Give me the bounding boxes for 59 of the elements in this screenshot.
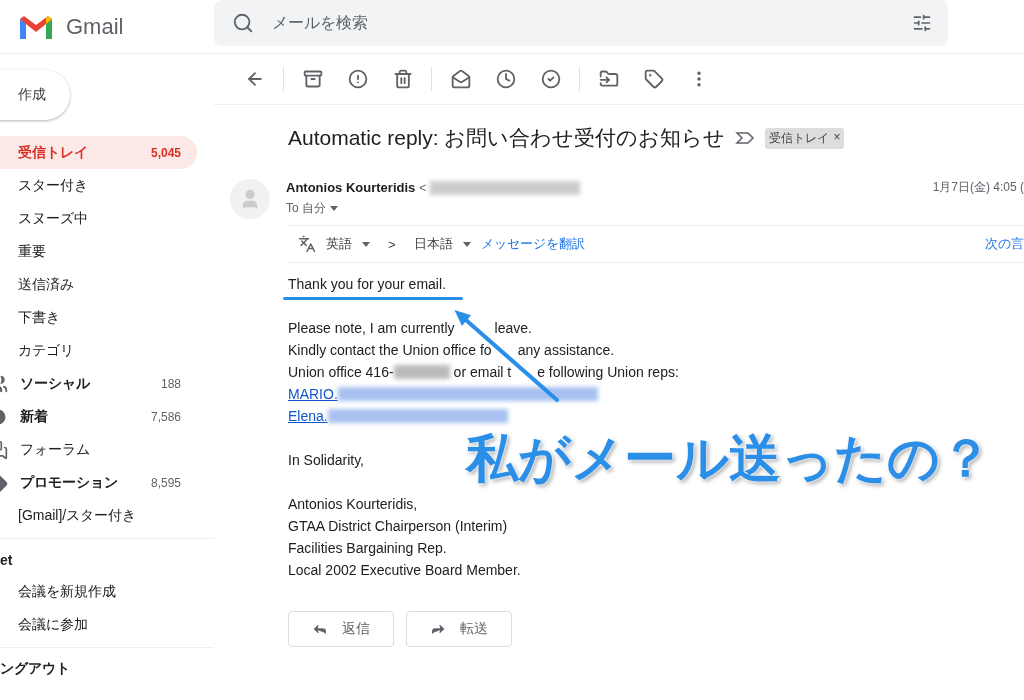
- section-title: et: [0, 551, 14, 570]
- sidebar-item[interactable]: 下書き: [0, 301, 197, 334]
- sidebar-item[interactable]: 新着 7,586: [0, 400, 197, 433]
- section-title: ングアウト: [0, 659, 71, 678]
- body-text: Union office 416-: [288, 364, 394, 380]
- forward-button[interactable]: 転送: [406, 611, 512, 647]
- sidebar-item[interactable]: 受信トレイ 5,045: [0, 136, 197, 169]
- sidebar-item[interactable]: 重要: [0, 235, 197, 268]
- target-language-dropdown[interactable]: 日本語: [413, 235, 453, 253]
- reply-button[interactable]: 返信: [288, 611, 394, 647]
- body-text: Antonios Kourteridis,: [288, 496, 418, 512]
- sidebar-item[interactable]: プロモーション 8,595: [0, 466, 197, 499]
- filter-icon[interactable]: [912, 12, 932, 33]
- compose-button[interactable]: 作成: [0, 70, 70, 120]
- app-name: Gmail: [66, 13, 124, 40]
- redacted-phone: [393, 365, 450, 379]
- sidebar-item[interactable]: フォーラム: [0, 433, 197, 466]
- sidebar-item[interactable]: スヌーズ中: [0, 202, 197, 235]
- search-field[interactable]: メールを検索: [214, 0, 948, 46]
- body-text: Please note, I am currently: [288, 320, 455, 336]
- caret-down-icon: [362, 241, 370, 247]
- callout-text: 私がメール送ったの？: [466, 428, 992, 489]
- body-text: any assistance.: [517, 342, 615, 358]
- label-chip: 受信トレイ ×: [765, 127, 845, 149]
- body-text: or email t: [453, 364, 512, 380]
- email-link[interactable]: Elena.: [288, 408, 328, 424]
- bracket: <: [419, 180, 427, 195]
- caret-down-icon: [462, 241, 471, 247]
- sidebar-item[interactable]: ソーシャル 188: [0, 367, 197, 400]
- email-subject: Automatic reply: お問い合わせ受付のお知らせ: [288, 125, 726, 151]
- body-text: e following Union reps:: [537, 364, 679, 380]
- search-icon: [232, 11, 254, 34]
- translate-link[interactable]: メッセージを翻訳: [480, 235, 585, 253]
- sidebar-item[interactable]: 会議に参加: [0, 608, 197, 641]
- body-text: Facilities Bargaining Rep.: [288, 540, 447, 556]
- sidebar-item[interactable]: カテゴリ: [0, 334, 197, 367]
- source-language-dropdown[interactable]: 英語: [326, 235, 352, 253]
- body-text: Thank you for your email.: [288, 276, 446, 292]
- email-link[interactable]: MARIO.: [288, 386, 338, 402]
- remove-label-button[interactable]: ×: [833, 129, 841, 147]
- importance-marker-icon[interactable]: [735, 131, 756, 145]
- sender-name: Antonios Kourteridis: [286, 180, 416, 195]
- body-text: leave.: [494, 320, 532, 336]
- caret-down-icon: [330, 206, 338, 211]
- body-text: In Solidarity,: [288, 452, 364, 468]
- sidebar-item[interactable]: スター付き: [0, 169, 197, 202]
- search-input[interactable]: メールを検索: [270, 12, 896, 33]
- sidebar-item[interactable]: 会議を新規作成: [0, 575, 197, 608]
- recipient-dropdown[interactable]: To 自分: [286, 200, 326, 217]
- sidebar-item[interactable]: [Gmail]/スター付き: [0, 499, 197, 532]
- email-date: 1月7日(金) 4:05 (: [932, 179, 1024, 196]
- body-text: GTAA District Chairperson (Interim): [288, 518, 508, 534]
- sidebar-item[interactable]: 送信済み: [0, 268, 197, 301]
- next-link[interactable]: 次の言: [985, 235, 1024, 253]
- body-text: Kindly contact the Union office fo: [288, 342, 492, 358]
- avatar-icon: [230, 179, 270, 219]
- body-text: Local 2002 Executive Board Member.: [288, 562, 521, 578]
- translate-icon: [298, 235, 316, 253]
- chevron-icon: >: [388, 236, 396, 252]
